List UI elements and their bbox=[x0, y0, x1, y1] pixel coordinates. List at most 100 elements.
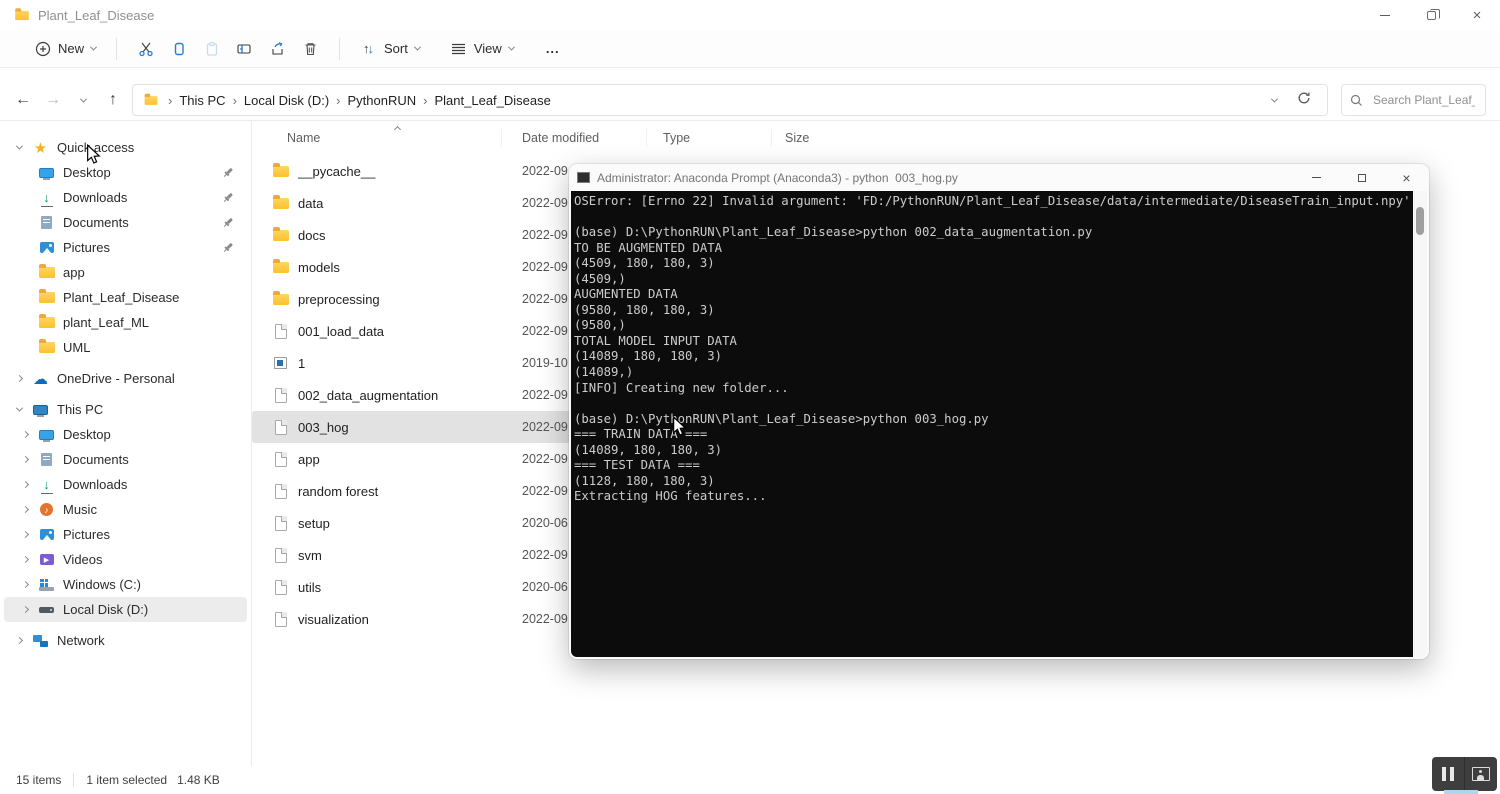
restore-button[interactable] bbox=[1408, 0, 1454, 30]
breadcrumb-pythonrun[interactable]: PythonRUN bbox=[344, 93, 421, 108]
breadcrumb-separator: › bbox=[230, 93, 240, 108]
sidebar-item-onedrive[interactable]: ☁ OneDrive - Personal bbox=[4, 366, 247, 391]
sort-arrows-icon: ↑↓ bbox=[360, 40, 377, 57]
console-line: (14089, 180, 180, 3) bbox=[574, 349, 1413, 365]
minimize-button[interactable] bbox=[1362, 0, 1408, 30]
chevron-down-icon bbox=[15, 405, 22, 412]
cut-button[interactable] bbox=[129, 34, 162, 63]
console-output[interactable]: OSError: [Errno 22] Invalid argument: 'F… bbox=[571, 191, 1413, 657]
console-line: (1128, 180, 180, 3) bbox=[574, 474, 1413, 490]
console-line: TO BE AUGMENTED DATA bbox=[574, 241, 1413, 257]
breadcrumb-this-pc[interactable]: This PC bbox=[175, 93, 229, 108]
folder-icon bbox=[38, 342, 55, 353]
star-icon: ★ bbox=[32, 139, 49, 157]
terminal-maximize-button[interactable] bbox=[1339, 164, 1384, 191]
anaconda-prompt-window[interactable]: Administrator: Anaconda Prompt (Anaconda… bbox=[569, 164, 1429, 659]
breadcrumb-separator: › bbox=[420, 93, 430, 108]
chevron-right-icon bbox=[21, 606, 28, 613]
paste-button[interactable] bbox=[195, 34, 228, 63]
sidebar-item-pictures[interactable]: Pictures bbox=[4, 522, 247, 547]
terminal-minimize-button[interactable] bbox=[1294, 164, 1339, 191]
scrollbar-thumb[interactable] bbox=[1416, 207, 1424, 235]
desktop-icon bbox=[38, 168, 55, 178]
sort-ascending-icon bbox=[395, 121, 400, 135]
chevron-down-icon bbox=[15, 143, 22, 150]
copy-button[interactable] bbox=[162, 34, 195, 63]
folder-icon bbox=[272, 230, 289, 241]
sidebar-item-downloads-qa[interactable]: ↓ Downloads bbox=[4, 185, 247, 210]
folder-icon bbox=[15, 10, 29, 19]
sidebar-item-plant-leaf-disease[interactable]: Plant_Leaf_Disease bbox=[4, 285, 247, 310]
navigation-sidebar: ★ Quick access Desktop ↓ Downloads Docum… bbox=[0, 121, 252, 766]
column-header-date-modified[interactable]: Date modified bbox=[502, 129, 647, 147]
file-icon bbox=[272, 324, 289, 339]
breadcrumb-local-disk-d[interactable]: Local Disk (D:) bbox=[240, 93, 333, 108]
sidebar-item-uml[interactable]: UML bbox=[4, 335, 247, 360]
console-line: [INFO] Creating new folder... bbox=[574, 381, 1413, 397]
sidebar-item-local-disk-d[interactable]: Local Disk (D:) bbox=[4, 597, 247, 622]
sidebar-item-documents-qa[interactable]: Documents bbox=[4, 210, 247, 235]
search-input[interactable] bbox=[1371, 92, 1477, 108]
sidebar-item-app[interactable]: app bbox=[4, 260, 247, 285]
sidebar-item-plant-leaf-ml[interactable]: plant_Leaf_ML bbox=[4, 310, 247, 335]
new-button[interactable]: New bbox=[26, 34, 104, 63]
sidebar-item-music[interactable]: ♪ Music bbox=[4, 497, 247, 522]
sidebar-item-windows-c[interactable]: Windows (C:) bbox=[4, 572, 247, 597]
sidebar-item-downloads[interactable]: ↓ Downloads bbox=[4, 472, 247, 497]
sidebar-item-pictures-qa[interactable]: Pictures bbox=[4, 235, 247, 260]
pin-icon bbox=[223, 215, 233, 230]
view-button-label: View bbox=[474, 41, 502, 56]
file-icon bbox=[272, 420, 289, 435]
file-icon bbox=[272, 548, 289, 563]
chevron-down-icon bbox=[90, 44, 97, 51]
explorer-titlebar: Plant_Leaf_Disease × bbox=[0, 0, 1500, 30]
music-icon: ♪ bbox=[38, 503, 55, 516]
chevron-down-icon bbox=[508, 44, 515, 51]
sidebar-item-network[interactable]: Network bbox=[4, 628, 247, 653]
sidebar-item-desktop-qa[interactable]: Desktop bbox=[4, 160, 247, 185]
sidebar-item-videos[interactable]: ▶ Videos bbox=[4, 547, 247, 572]
column-header-size[interactable]: Size bbox=[772, 129, 838, 147]
terminal-close-button[interactable]: × bbox=[1384, 164, 1429, 191]
share-button[interactable] bbox=[261, 34, 294, 63]
search-box[interactable] bbox=[1341, 84, 1486, 116]
up-button[interactable]: ↑ bbox=[98, 85, 128, 115]
sidebar-item-this-pc[interactable]: This PC bbox=[4, 397, 247, 422]
more-options-button[interactable]: ... bbox=[538, 35, 568, 62]
address-dropdown-icon[interactable] bbox=[1271, 95, 1278, 102]
file-icon bbox=[272, 452, 289, 467]
chevron-right-icon bbox=[21, 531, 28, 538]
windows-drive-icon bbox=[38, 579, 55, 591]
delete-button[interactable] bbox=[294, 34, 327, 63]
breadcrumb[interactable]: › This PC › Local Disk (D:) › PythonRUN … bbox=[132, 84, 1328, 116]
folder-icon bbox=[38, 317, 55, 328]
recent-locations-button[interactable] bbox=[68, 85, 98, 115]
chevron-down-icon bbox=[79, 95, 86, 102]
pause-button[interactable] bbox=[1432, 757, 1464, 791]
selection-size: 1.48 KB bbox=[177, 773, 220, 787]
terminal-titlebar[interactable]: Administrator: Anaconda Prompt (Anaconda… bbox=[569, 164, 1429, 191]
desktop-icon bbox=[38, 430, 55, 440]
breadcrumb-plant-leaf-disease[interactable]: Plant_Leaf_Disease bbox=[431, 93, 555, 108]
file-icon bbox=[272, 516, 289, 531]
sort-button[interactable]: ↑↓ Sort bbox=[352, 34, 428, 63]
picture-in-picture-button[interactable] bbox=[1464, 757, 1497, 791]
column-header-name[interactable]: Name bbox=[252, 129, 502, 147]
close-button[interactable]: × bbox=[1454, 0, 1500, 30]
refresh-icon[interactable] bbox=[1297, 91, 1311, 110]
close-icon: × bbox=[1402, 170, 1410, 186]
status-bar: 15 items 1 item selected 1.48 KB bbox=[0, 766, 1500, 794]
sidebar-item-documents[interactable]: Documents bbox=[4, 447, 247, 472]
console-line: (base) D:\PythonRUN\Plant_Leaf_Disease>p… bbox=[574, 225, 1413, 241]
terminal-scrollbar[interactable] bbox=[1413, 191, 1427, 657]
terminal-title: Administrator: Anaconda Prompt (Anaconda… bbox=[597, 171, 958, 185]
sidebar-item-quick-access[interactable]: ★ Quick access bbox=[4, 135, 247, 160]
sidebar-item-desktop[interactable]: Desktop bbox=[4, 422, 247, 447]
view-button[interactable]: View bbox=[442, 34, 522, 63]
rename-button[interactable] bbox=[228, 34, 261, 63]
column-header-type[interactable]: Type bbox=[647, 129, 772, 147]
forward-button[interactable]: → bbox=[38, 85, 68, 115]
chevron-right-icon bbox=[21, 506, 28, 513]
back-button[interactable]: ← bbox=[8, 85, 38, 115]
cut-icon bbox=[137, 40, 154, 57]
